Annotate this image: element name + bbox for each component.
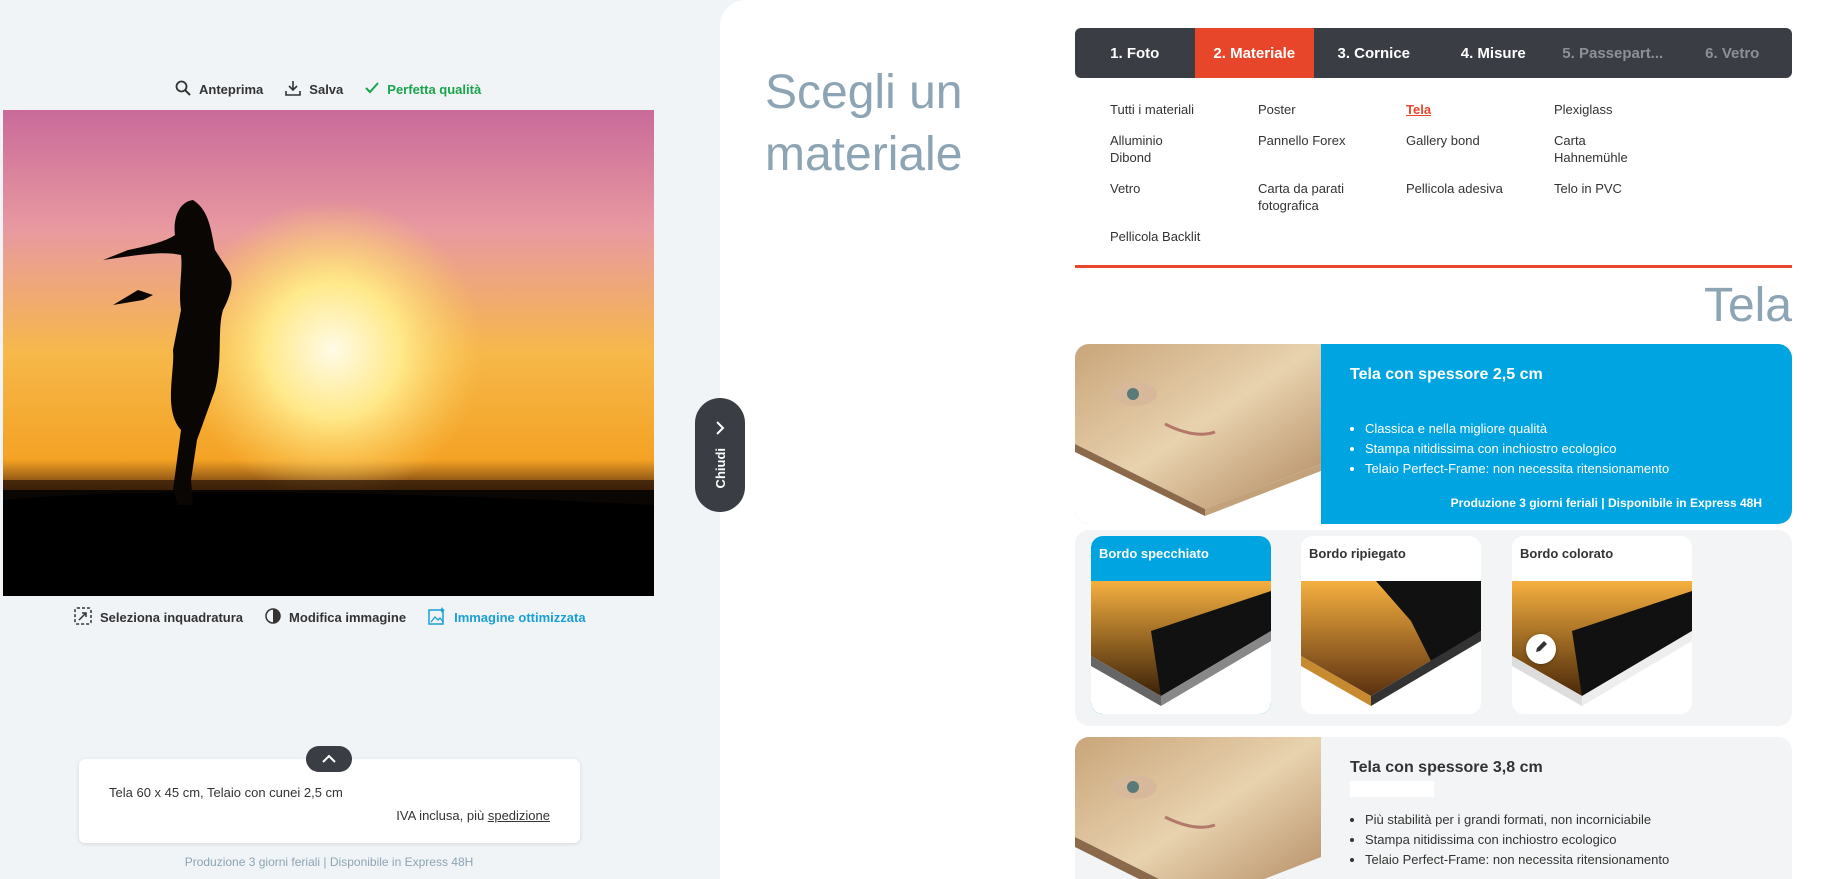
step-passepartout[interactable]: 5. Passepart...	[1553, 28, 1673, 78]
edge-preview	[1301, 581, 1481, 714]
step-glass[interactable]: 6. Vetro	[1673, 28, 1793, 78]
feature-item: Stampa nitidissima con inchiostro ecolog…	[1365, 830, 1669, 850]
product-title: Tela con spessore 2,5 cm	[1350, 366, 1543, 383]
save-label: Salva	[309, 82, 344, 97]
edge-preview	[1091, 581, 1271, 714]
edit-image-button[interactable]: Modifica immagine	[265, 608, 406, 627]
feature-item: Più stabilità per i grandi formati, non …	[1365, 810, 1669, 830]
edge-folded[interactable]: Bordo ripiegato	[1301, 536, 1481, 714]
contrast-icon	[265, 608, 281, 627]
divider	[1075, 265, 1792, 268]
edge-colored[interactable]: Bordo colorato	[1512, 536, 1692, 714]
page-title: Scegli un materiale	[765, 66, 963, 181]
summary-expand-button[interactable]	[306, 746, 352, 772]
material-canvas[interactable]: Tela	[1406, 101, 1554, 118]
material-dibond[interactable]: Alluminio Dibond	[1110, 132, 1190, 166]
crop-label: Seleziona inquadratura	[100, 610, 244, 625]
step-frame[interactable]: 3. Cornice	[1314, 28, 1434, 78]
edge-mirrored[interactable]: Bordo specchiato	[1091, 536, 1271, 714]
badge-placeholder	[1350, 781, 1434, 797]
quality-label: Perfetta qualità	[387, 82, 482, 97]
step-photo[interactable]: 1. Foto	[1075, 28, 1195, 78]
material-glass[interactable]: Vetro	[1110, 180, 1258, 214]
search-icon	[175, 80, 191, 99]
feature-item: Stampa nitidissima con inchiostro ecolog…	[1365, 439, 1669, 459]
product-card-2-5cm[interactable]: Tela con spessore 2,5 cm Classica e nell…	[1075, 344, 1792, 524]
material-hahnemuhle[interactable]: Carta Hahnemühle	[1554, 132, 1644, 166]
edit-image-label: Modifica immagine	[289, 610, 407, 625]
check-icon	[365, 82, 380, 97]
step-navigation: 1. Foto 2. Materiale 3. Cornice 4. Misur…	[1075, 28, 1792, 78]
category-title: Tela	[1703, 279, 1792, 332]
image-optimize-icon	[428, 607, 446, 628]
feature-item: Classica e nella migliore qualità	[1365, 419, 1669, 439]
production-info: Produzione 3 giorni feriali | Disponibil…	[184, 855, 474, 869]
product-card-3-8cm[interactable]: Tela con spessore 3,8 cm Più stabilità p…	[1075, 737, 1792, 879]
material-forex[interactable]: Pannello Forex	[1258, 132, 1406, 166]
chevron-right-icon	[715, 421, 725, 440]
image-toolbar: Seleziona inquadratura Modifica immagine…	[74, 607, 586, 628]
material-plexiglass[interactable]: Plexiglass	[1554, 101, 1702, 118]
preview-label: Anteprima	[199, 82, 264, 97]
vat-note: IVA inclusa, più spedizione	[396, 808, 550, 823]
pencil-icon	[1534, 640, 1548, 659]
product-features: Classica e nella migliore qualità Stampa…	[1365, 419, 1669, 479]
edge-options: Bordo specchiato Bordo ripiegato Bordo c…	[1075, 530, 1792, 726]
chevron-up-icon	[322, 750, 336, 768]
feature-item: Telaio Perfect-Frame: non necessita rite…	[1365, 459, 1669, 479]
edit-color-button[interactable]	[1526, 634, 1556, 664]
editor-panel: Anteprima Salva Perfetta qualità Selezio…	[0, 0, 720, 879]
vat-text: IVA inclusa, più	[396, 808, 488, 823]
production-info: Produzione 3 giorni feriali | Disponibil…	[1450, 496, 1762, 510]
material-list: Tutti i materiali Poster Tela Plexiglass…	[1110, 101, 1790, 245]
feature-item: Telaio Perfect-Frame: non necessita rite…	[1365, 850, 1669, 870]
material-pvc[interactable]: Telo in PVC	[1554, 180, 1702, 214]
edge-label: Bordo specchiato	[1099, 546, 1209, 561]
material-gallery-bond[interactable]: Gallery bond	[1406, 132, 1554, 166]
product-title: Tela con spessore 3,8 cm	[1350, 759, 1543, 776]
photo-preview[interactable]	[3, 110, 654, 596]
shipping-link[interactable]: spedizione	[488, 808, 550, 823]
optimized-image-label: Immagine ottimizzata	[454, 610, 586, 625]
crop-button[interactable]: Seleziona inquadratura	[74, 607, 243, 628]
save-button[interactable]: Salva	[285, 80, 343, 99]
optimized-image-button[interactable]: Immagine ottimizzata	[428, 607, 586, 628]
close-label: Chiudi	[712, 448, 728, 489]
material-backlit[interactable]: Pellicola Backlit	[1110, 228, 1258, 245]
material-all[interactable]: Tutti i materiali	[1110, 101, 1258, 118]
preview-button[interactable]: Anteprima	[175, 80, 263, 99]
product-features: Più stabilità per i grandi formati, non …	[1365, 810, 1669, 870]
quality-indicator: Perfetta qualità	[365, 82, 481, 97]
material-wallpaper[interactable]: Carta da parati fotografica	[1258, 180, 1368, 214]
crop-icon	[74, 607, 92, 628]
edge-label: Bordo colorato	[1520, 546, 1614, 561]
preview-toolbar: Anteprima Salva Perfetta qualità	[175, 80, 481, 99]
product-thumbnail	[1075, 737, 1321, 879]
step-size[interactable]: 4. Misure	[1434, 28, 1554, 78]
product-description: Tela 60 x 45 cm, Telaio con cunei 2,5 cm	[109, 785, 343, 800]
close-panel-button[interactable]: Chiudi	[695, 398, 745, 512]
material-poster[interactable]: Poster	[1258, 101, 1406, 118]
product-thumbnail	[1075, 344, 1321, 524]
material-panel: Scegli un materiale 1. Foto 2. Materiale…	[720, 0, 1822, 879]
step-material[interactable]: 2. Materiale	[1194, 28, 1314, 78]
edge-label: Bordo ripiegato	[1309, 546, 1406, 561]
material-adhesive-film[interactable]: Pellicola adesiva	[1406, 180, 1554, 214]
download-icon	[285, 80, 302, 99]
